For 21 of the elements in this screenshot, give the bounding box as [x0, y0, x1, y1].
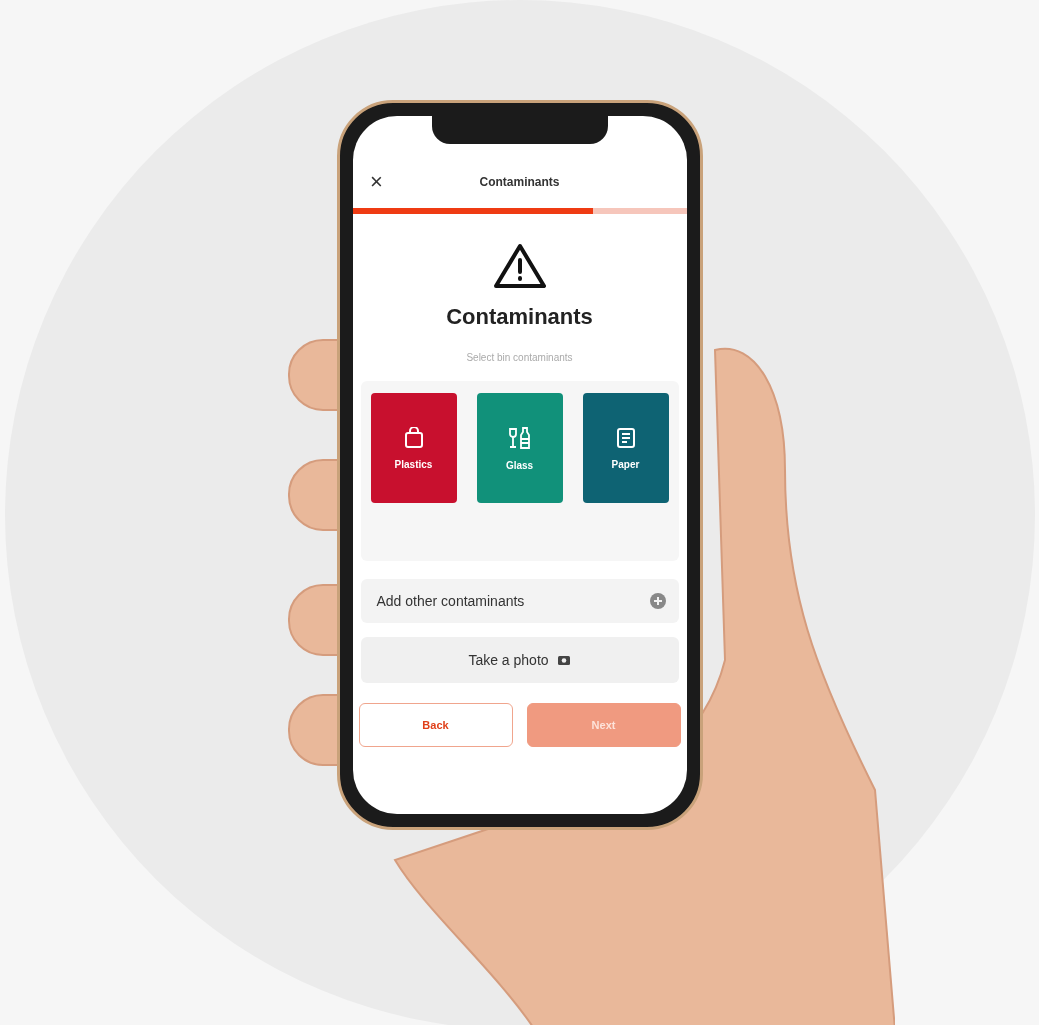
screen-title: Contaminants	[478, 175, 561, 189]
add-contaminants-label: Add other contaminants	[376, 593, 525, 609]
heading: Contaminants	[445, 304, 594, 330]
category-tile[interactable]: Plastics	[370, 393, 457, 503]
bag-icon	[403, 426, 424, 449]
glass-and-bottle-icon	[507, 425, 532, 450]
subtitle: Select bin contaminants	[465, 352, 574, 363]
back-button[interactable]: Back	[358, 703, 513, 747]
close-button[interactable]: ×	[366, 169, 387, 195]
category-tile[interactable]: Paper	[582, 393, 669, 503]
category-tile[interactable]: Glass	[476, 393, 563, 503]
add-contaminants-button[interactable]: Add other contaminants	[360, 579, 679, 623]
document-icon	[615, 426, 636, 449]
category-label: Glass	[505, 459, 534, 471]
category-label: Plastics	[394, 458, 433, 470]
plus-circle-icon	[648, 592, 667, 610]
take-photo-button[interactable]: Take a photo	[360, 637, 679, 683]
category-label: Paper	[611, 458, 640, 470]
take-photo-label: Take a photo	[468, 652, 549, 668]
warning-icon	[491, 242, 548, 290]
camera-icon	[556, 654, 571, 666]
